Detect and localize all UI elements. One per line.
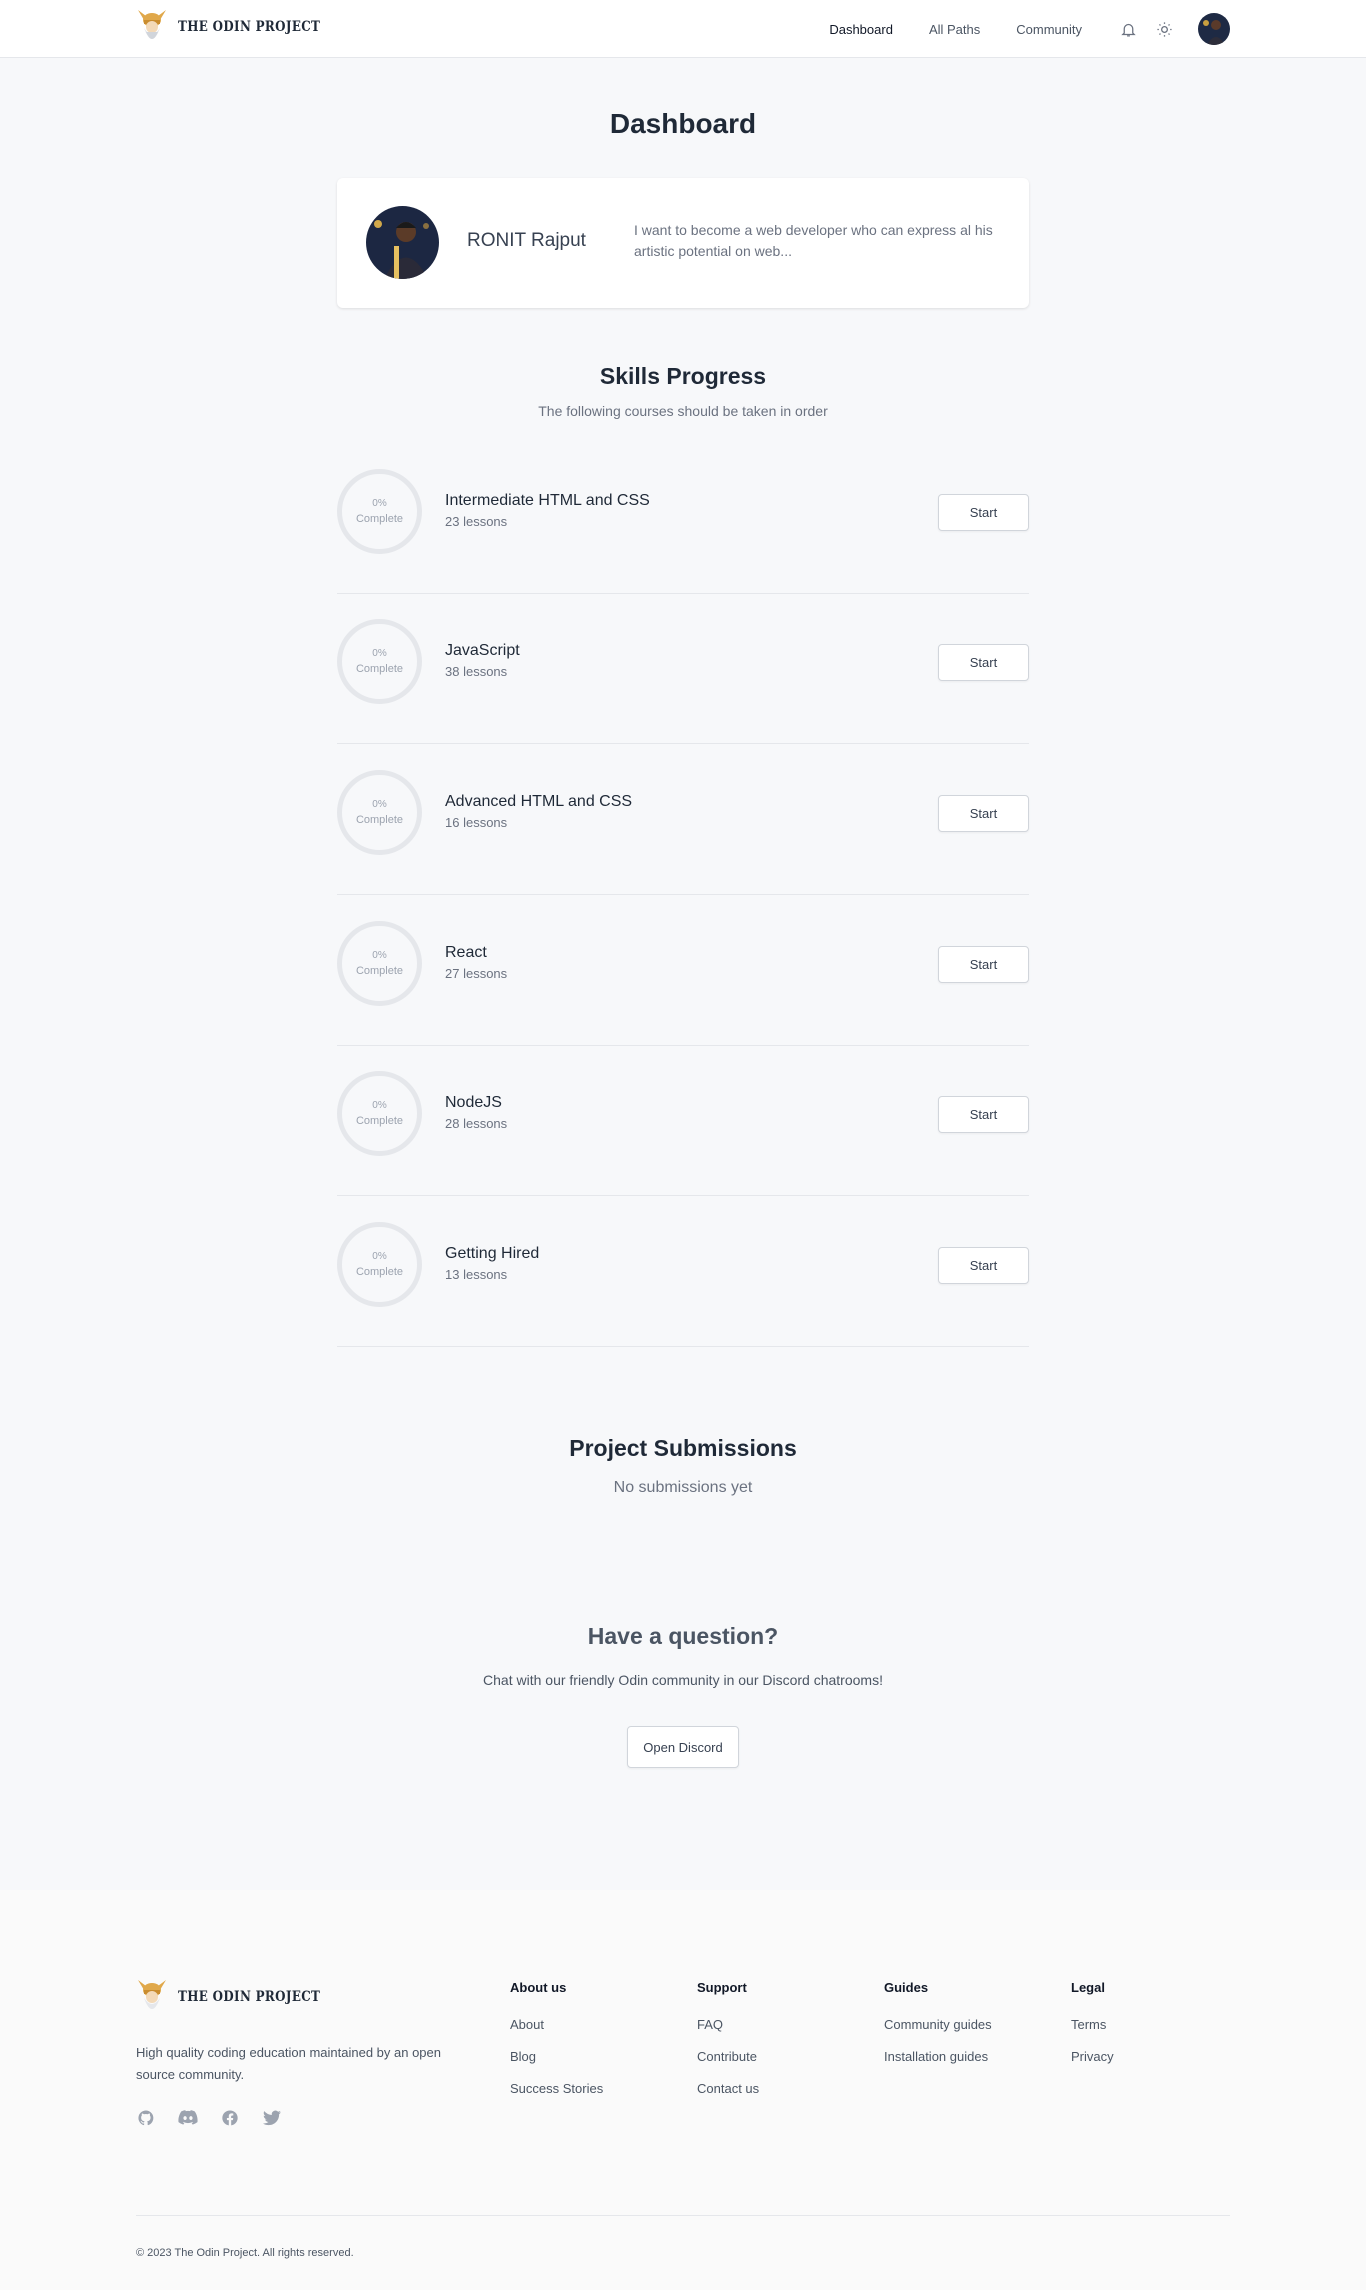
start-course-button[interactable]: Start (938, 1096, 1029, 1133)
question-text: Chat with our friendly Odin community in… (483, 1672, 883, 1688)
course-name: Getting Hired (445, 1245, 540, 1262)
question-title: Have a question? (587, 1623, 779, 1649)
progress-label: Complete (355, 1114, 404, 1127)
project-submissions-title: Project Submissions (569, 1435, 797, 1461)
footer-link-contact[interactable]: Contact us (697, 2081, 759, 2096)
course-row: 0% Complete NodeJS 28 lessons Start (337, 1046, 1029, 1196)
progress-ring: 0% Complete (337, 770, 422, 855)
start-course-button[interactable]: Start (938, 494, 1029, 531)
course-name: NodeJS (445, 1094, 502, 1111)
dashboard-main: Dashboard RONIT Rajput I want to become … (0, 58, 1366, 1890)
page-title: Dashboard (609, 108, 757, 139)
course-lessons: 27 lessons (445, 966, 508, 981)
profile-avatar (366, 206, 439, 279)
top-navbar: THE ODIN PROJECT Dashboard All Paths Com… (0, 0, 1366, 58)
start-course-button[interactable]: Start (938, 795, 1029, 832)
course-row: 0% Complete JavaScript 38 lessons Start (337, 594, 1029, 744)
footer-link-faq[interactable]: FAQ (697, 2017, 759, 2032)
footer-link-community-guides[interactable]: Community guides (884, 2017, 992, 2032)
progress-percent: 0% (372, 647, 387, 659)
course-row: 0% Complete Intermediate HTML and CSS 23… (337, 444, 1029, 594)
progress-percent: 0% (372, 1250, 387, 1262)
footer-col-legal: Legal Terms Privacy (1071, 1980, 1114, 2081)
footer-tagline: High quality coding education maintained… (136, 2045, 441, 2082)
social-links (136, 2108, 282, 2128)
footer-col-guides: Guides Community guides Installation gui… (884, 1980, 992, 2081)
copyright: © 2023 The Odin Project. All rights rese… (136, 2247, 354, 2259)
progress-label: Complete (355, 813, 404, 826)
skills-progress-subtitle: The following courses should be taken in… (538, 403, 828, 419)
progress-percent: 0% (372, 497, 387, 509)
skills-progress-title: Skills Progress (599, 363, 767, 389)
start-course-button[interactable]: Start (938, 644, 1029, 681)
course-lessons: 16 lessons (445, 815, 508, 830)
footer-brand-name: THE ODIN PROJECT (178, 1989, 321, 2005)
course-lessons: 38 lessons (445, 664, 508, 679)
course-row: 0% Complete Advanced HTML and CSS 16 les… (337, 745, 1029, 895)
footer-col-about: About us About Blog Success Stories (510, 1980, 603, 2113)
footer-heading: Guides (884, 1980, 929, 1995)
profile-username: RONIT Rajput (467, 230, 586, 251)
footer-logo-link[interactable]: THE ODIN PROJECT (136, 1976, 345, 2018)
nav-dashboard[interactable]: Dashboard (829, 22, 893, 37)
progress-label: Complete (355, 662, 404, 675)
course-name: Advanced HTML and CSS (445, 793, 633, 810)
sun-icon[interactable] (1154, 19, 1174, 39)
progress-percent: 0% (372, 798, 387, 810)
course-row: 0% Complete Getting Hired 13 lessons Sta… (337, 1197, 1029, 1347)
profile-bio: I want to become a web developer who can… (634, 222, 993, 259)
progress-label: Complete (355, 964, 404, 977)
start-course-button[interactable]: Start (938, 1247, 1029, 1284)
course-row: 0% Complete React 27 lessons Start (337, 896, 1029, 1046)
discord-icon[interactable] (178, 2108, 198, 2128)
progress-ring: 0% Complete (337, 619, 422, 704)
course-lessons: 23 lessons (445, 514, 508, 529)
odin-logo-icon (138, 10, 166, 39)
progress-label: Complete (355, 1265, 404, 1278)
footer-link-contribute[interactable]: Contribute (697, 2049, 759, 2064)
bell-icon[interactable] (1118, 19, 1138, 39)
odin-logo-icon (138, 1980, 166, 2009)
course-name: React (445, 944, 487, 961)
github-icon[interactable] (136, 2108, 156, 2128)
footer: THE ODIN PROJECT High quality coding edu… (0, 1890, 1366, 2290)
progress-ring: 0% Complete (337, 1071, 422, 1156)
nav-community[interactable]: Community (1016, 22, 1082, 37)
footer-link-blog[interactable]: Blog (510, 2049, 603, 2064)
progress-percent: 0% (372, 949, 387, 961)
progress-label: Complete (355, 512, 404, 525)
footer-col-support: Support FAQ Contribute Contact us (697, 1980, 759, 2113)
course-name: JavaScript (445, 642, 520, 659)
logo-link[interactable]: THE ODIN PROJECT (136, 6, 345, 48)
footer-heading: About us (510, 1980, 567, 1995)
progress-ring: 0% Complete (337, 921, 422, 1006)
footer-link-success-stories[interactable]: Success Stories (510, 2081, 603, 2096)
footer-link-privacy[interactable]: Privacy (1071, 2049, 1114, 2064)
progress-ring: 0% Complete (337, 1222, 422, 1307)
progress-ring: 0% Complete (337, 469, 422, 554)
user-avatar-menu[interactable] (1198, 13, 1230, 45)
start-course-button[interactable]: Start (938, 946, 1029, 983)
footer-link-about[interactable]: About (510, 2017, 603, 2032)
nav-all-paths[interactable]: All Paths (929, 22, 980, 37)
no-submissions-text: No submissions yet (613, 1479, 753, 1496)
footer-link-terms[interactable]: Terms (1071, 2017, 1114, 2032)
facebook-icon[interactable] (220, 2108, 240, 2128)
twitter-icon[interactable] (262, 2108, 282, 2128)
course-lessons: 28 lessons (445, 1116, 508, 1131)
footer-link-installation-guides[interactable]: Installation guides (884, 2049, 992, 2064)
brand-name: THE ODIN PROJECT (178, 19, 321, 35)
course-lessons: 13 lessons (445, 1267, 508, 1282)
footer-heading: Legal (1071, 1980, 1105, 1995)
progress-percent: 0% (372, 1099, 387, 1111)
main-nav: Dashboard All Paths Community (793, 0, 1230, 58)
profile-card: RONIT Rajput I want to become a web deve… (337, 178, 1029, 308)
open-discord-button[interactable]: Open Discord (627, 1726, 739, 1768)
course-name: Intermediate HTML and CSS (445, 492, 650, 509)
footer-divider (136, 2215, 1230, 2216)
footer-heading: Support (697, 1980, 747, 1995)
